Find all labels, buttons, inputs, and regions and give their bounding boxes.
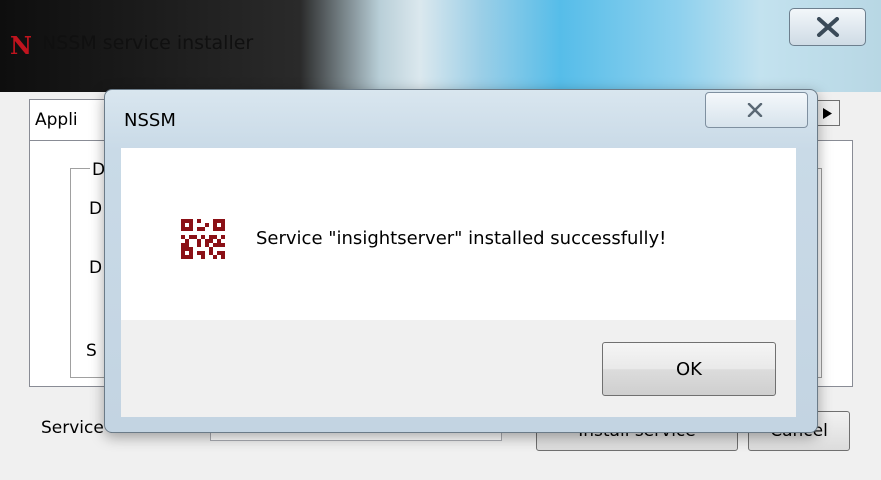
close-icon bbox=[817, 17, 839, 37]
ok-button[interactable]: OK bbox=[602, 342, 776, 396]
message-box-close-button[interactable] bbox=[705, 92, 808, 128]
window-close-button[interactable] bbox=[789, 8, 866, 46]
message-text: Service "insightserver" installed succes… bbox=[256, 228, 667, 249]
field-label: D bbox=[89, 199, 103, 219]
close-icon bbox=[747, 103, 763, 117]
message-box-title: NSSM bbox=[124, 110, 176, 131]
field-label: D bbox=[89, 258, 103, 278]
nssm-app-icon: N bbox=[10, 31, 32, 60]
tab-application-label: Appli bbox=[35, 110, 78, 130]
field-label: S bbox=[86, 341, 97, 361]
qr-code-icon bbox=[181, 219, 225, 259]
triangle-right-icon bbox=[823, 108, 832, 119]
window-title: NSSM service installer bbox=[42, 32, 254, 54]
